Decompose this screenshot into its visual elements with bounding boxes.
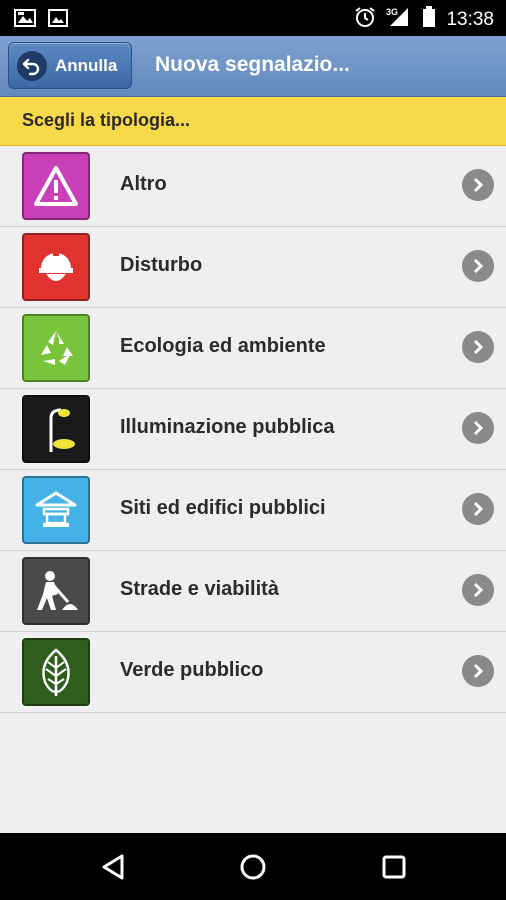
status-bar: 3G 13:38	[0, 0, 506, 36]
chevron-right-icon	[462, 412, 494, 444]
page-title: Nuova segnalazio...	[155, 53, 350, 76]
section-label: Scegli la tipologia...	[22, 110, 191, 130]
gallery-icon	[14, 8, 36, 33]
list-item-disturbo[interactable]: Disturbo	[0, 227, 506, 308]
list-item-strade[interactable]: Strade e viabilità	[0, 551, 506, 632]
back-arrow-icon	[17, 50, 47, 81]
list-item-illuminazione[interactable]: Illuminazione pubblica	[0, 389, 506, 470]
list-item-ecologia[interactable]: Ecologia ed ambiente	[0, 308, 506, 389]
list-item-altro[interactable]: Altro	[0, 146, 506, 227]
list-item-label: Illuminazione pubblica	[120, 416, 335, 438]
public-building-icon	[22, 476, 90, 544]
cancel-label: Annulla	[55, 55, 118, 75]
chevron-right-icon	[462, 493, 494, 525]
helmet-icon	[22, 233, 90, 301]
chevron-right-icon	[462, 250, 494, 282]
roadwork-icon	[22, 557, 90, 625]
cancel-button[interactable]: Annulla	[8, 42, 132, 89]
list-item-label: Altro	[120, 173, 167, 195]
back-nav-icon[interactable]	[97, 851, 129, 883]
list-item-siti-edifici[interactable]: Siti ed edifici pubblici	[0, 470, 506, 551]
chevron-right-icon	[462, 331, 494, 363]
signal-icon: 3G	[386, 6, 412, 33]
warning-icon	[22, 152, 90, 220]
list-item-label: Strade e viabilità	[120, 578, 279, 600]
battery-icon	[422, 6, 436, 33]
list-item-verde[interactable]: Verde pubblico	[0, 632, 506, 713]
list-item-label: Siti ed edifici pubblici	[120, 497, 326, 519]
svg-text:3G: 3G	[386, 7, 398, 17]
list-item-label: Ecologia ed ambiente	[120, 335, 326, 357]
street-lamp-icon	[22, 395, 90, 463]
category-list: Altro Disturbo Ecologia ed ambiente Illu…	[0, 146, 506, 713]
image-icon	[48, 8, 68, 33]
header-bar: Annulla Nuova segnalazio...	[0, 36, 506, 97]
chevron-right-icon	[462, 655, 494, 687]
leaf-icon	[22, 638, 90, 706]
recents-nav-icon[interactable]	[378, 851, 410, 883]
chevron-right-icon	[462, 574, 494, 606]
alarm-icon	[354, 6, 376, 33]
clock: 13:38	[446, 8, 494, 30]
system-navigation-bar	[0, 833, 506, 900]
chevron-right-icon	[462, 169, 494, 201]
list-item-label: Disturbo	[120, 254, 203, 276]
home-nav-icon[interactable]	[237, 851, 269, 883]
section-header: Scegli la tipologia...	[0, 97, 506, 146]
recycle-icon	[22, 314, 90, 382]
list-item-label: Verde pubblico	[120, 659, 264, 681]
